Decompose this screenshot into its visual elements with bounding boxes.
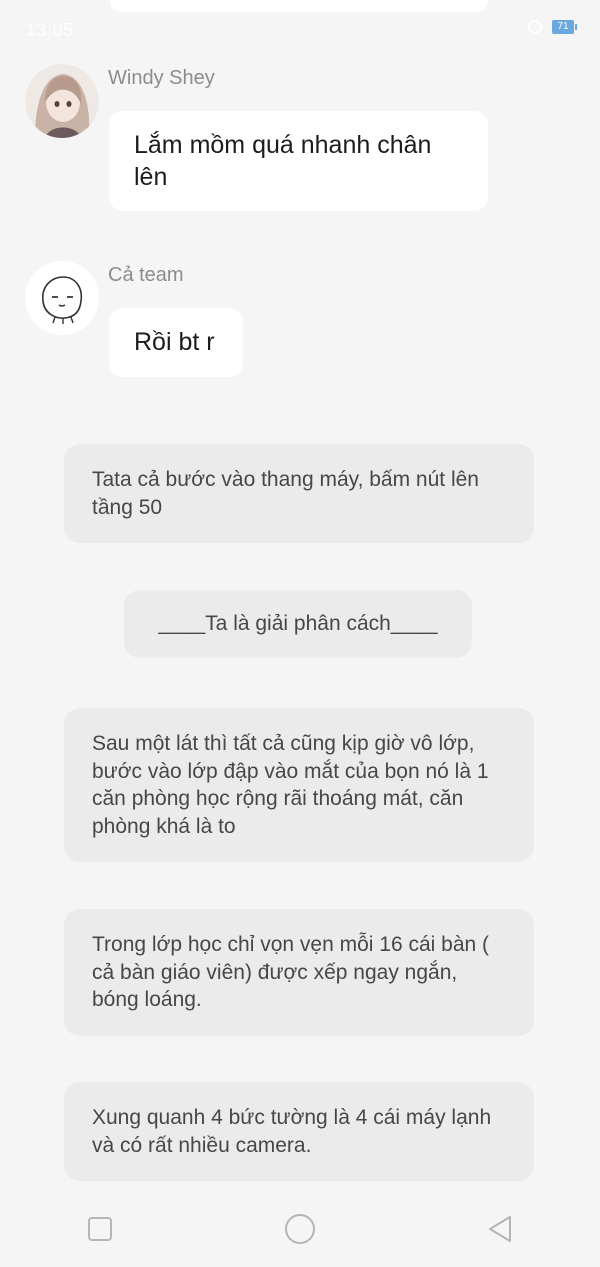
section-divider: ____Ta là giải phân cách____ (124, 590, 472, 658)
alarm-icon (528, 20, 542, 34)
narration-block: Tata cả bước vào thang máy, bấm nút lên … (64, 444, 534, 543)
message-bubble[interactable]: Lắm mồm quá nhanh chân lên (109, 111, 488, 211)
avatar[interactable] (25, 64, 99, 138)
navigation-bar (0, 1190, 600, 1267)
sender-name: Cả team (108, 264, 184, 286)
status-icons: 71 (528, 20, 577, 34)
recent-apps-icon (88, 1216, 112, 1241)
message-bubble[interactable]: Rồi bt r (109, 308, 243, 377)
status-time: 13:05 (26, 20, 74, 40)
home-button[interactable] (270, 1199, 330, 1259)
battery-icon: 71 (552, 20, 577, 34)
narration-block: Trong lớp học chỉ vọn vẹn mỗi 16 cái bàn… (64, 909, 534, 1036)
sender-name: Windy Shey (108, 67, 215, 89)
cute-blob-avatar-icon (25, 261, 99, 335)
back-button[interactable] (470, 1199, 530, 1259)
home-icon (285, 1213, 315, 1244)
narration-block: Sau một lát thì tất cả cũng kịp giờ vô l… (64, 708, 534, 862)
recent-apps-button[interactable] (70, 1199, 130, 1259)
back-icon (489, 1215, 511, 1242)
anime-girl-avatar-icon (25, 64, 99, 138)
status-bar: 13:05 71 (0, 0, 600, 62)
previous-message-bubble (110, 0, 488, 12)
narration-block: Xung quanh 4 bức tường là 4 cái máy lạnh… (64, 1082, 534, 1181)
avatar[interactable] (25, 261, 99, 335)
